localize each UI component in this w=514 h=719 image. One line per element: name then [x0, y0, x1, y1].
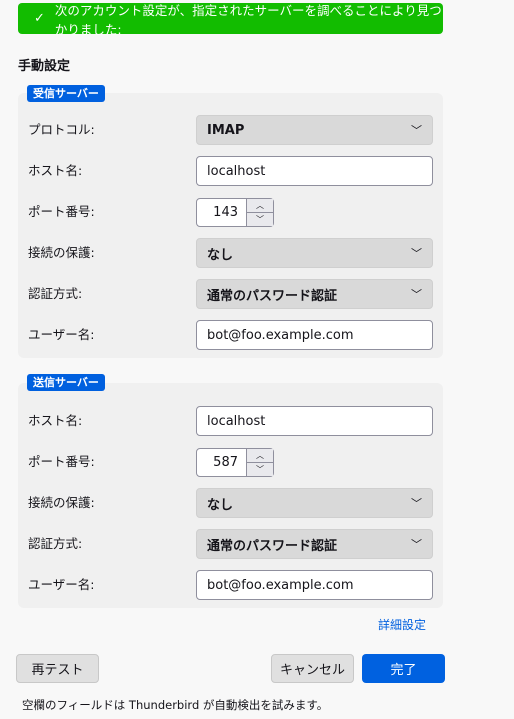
selected-value: なし — [207, 497, 234, 513]
port-label: ポート番号: — [28, 454, 95, 469]
security-label: 接続の保護: — [28, 245, 95, 260]
port-value[interactable]: 587 — [197, 449, 246, 476]
banner-text: 次のアカウント設定が、指定されたサーバーを調べることにより見つかりました: — [54, 2, 442, 37]
footer-note: 空欄のフィールドは Thunderbird が自動検出を試みます。 — [22, 698, 329, 712]
chevron-down-icon: ﹀ — [411, 497, 422, 510]
incoming-security-select[interactable]: なし ﹀ — [196, 238, 433, 268]
outgoing-username-input[interactable]: bot@foo.example.com — [196, 570, 433, 600]
outgoing-port-stepper[interactable]: 587 ︿ ﹀ — [196, 448, 274, 477]
username-label: ユーザー名: — [28, 577, 95, 592]
section-title: 手動設定 — [18, 59, 71, 74]
username-label: ユーザー名: — [28, 327, 95, 342]
port-value[interactable]: 143 — [197, 199, 246, 226]
outgoing-auth-select[interactable]: 通常のパスワード認証 ﹀ — [196, 529, 433, 559]
protocol-label: プロトコル: — [28, 122, 95, 137]
retest-button[interactable]: 再テスト — [16, 654, 99, 683]
hostname-label: ホスト名: — [28, 163, 83, 178]
chevron-down-icon[interactable]: ﹀ — [247, 213, 273, 226]
incoming-username-input[interactable]: bot@foo.example.com — [196, 320, 433, 350]
security-label: 接続の保護: — [28, 495, 95, 510]
selected-value: なし — [207, 247, 234, 263]
advanced-config-link[interactable]: 詳細設定 — [378, 616, 426, 633]
incoming-port-stepper[interactable]: 143 ︿ ﹀ — [196, 198, 274, 227]
incoming-auth-select[interactable]: 通常のパスワード認証 ﹀ — [196, 279, 433, 309]
outgoing-server-legend: 送信サーバー — [27, 374, 105, 391]
auth-label: 認証方式: — [28, 286, 83, 301]
chevron-down-icon[interactable]: ﹀ — [247, 463, 273, 476]
auth-label: 認証方式: — [28, 536, 83, 551]
incoming-protocol-select[interactable]: IMAP ﹀ — [196, 115, 433, 145]
incoming-server-legend: 受信サーバー — [27, 85, 105, 102]
success-banner: ✓ 次のアカウント設定が、指定されたサーバーを調べることにより見つかりました: — [18, 3, 443, 37]
chevron-down-icon: ﹀ — [411, 247, 422, 260]
chevron-down-icon: ﹀ — [411, 538, 422, 551]
outgoing-security-select[interactable]: なし ﹀ — [196, 488, 433, 518]
port-label: ポート番号: — [28, 204, 95, 219]
outgoing-hostname-input[interactable]: localhost — [196, 406, 433, 436]
done-button[interactable]: 完了 — [362, 654, 445, 683]
chevron-down-icon: ﹀ — [411, 124, 422, 137]
checkmark-icon: ✓ — [34, 11, 45, 26]
chevron-down-icon: ﹀ — [411, 288, 422, 301]
selected-value: 通常のパスワード認証 — [207, 538, 338, 554]
selected-value: 通常のパスワード認証 — [207, 288, 338, 304]
hostname-label: ホスト名: — [28, 413, 83, 428]
chevron-up-icon[interactable]: ︿ — [247, 199, 273, 213]
incoming-hostname-input[interactable]: localhost — [196, 156, 433, 186]
chevron-up-icon[interactable]: ︿ — [247, 449, 273, 463]
cancel-button[interactable]: キャンセル — [271, 654, 354, 683]
selected-value: IMAP — [207, 122, 245, 138]
